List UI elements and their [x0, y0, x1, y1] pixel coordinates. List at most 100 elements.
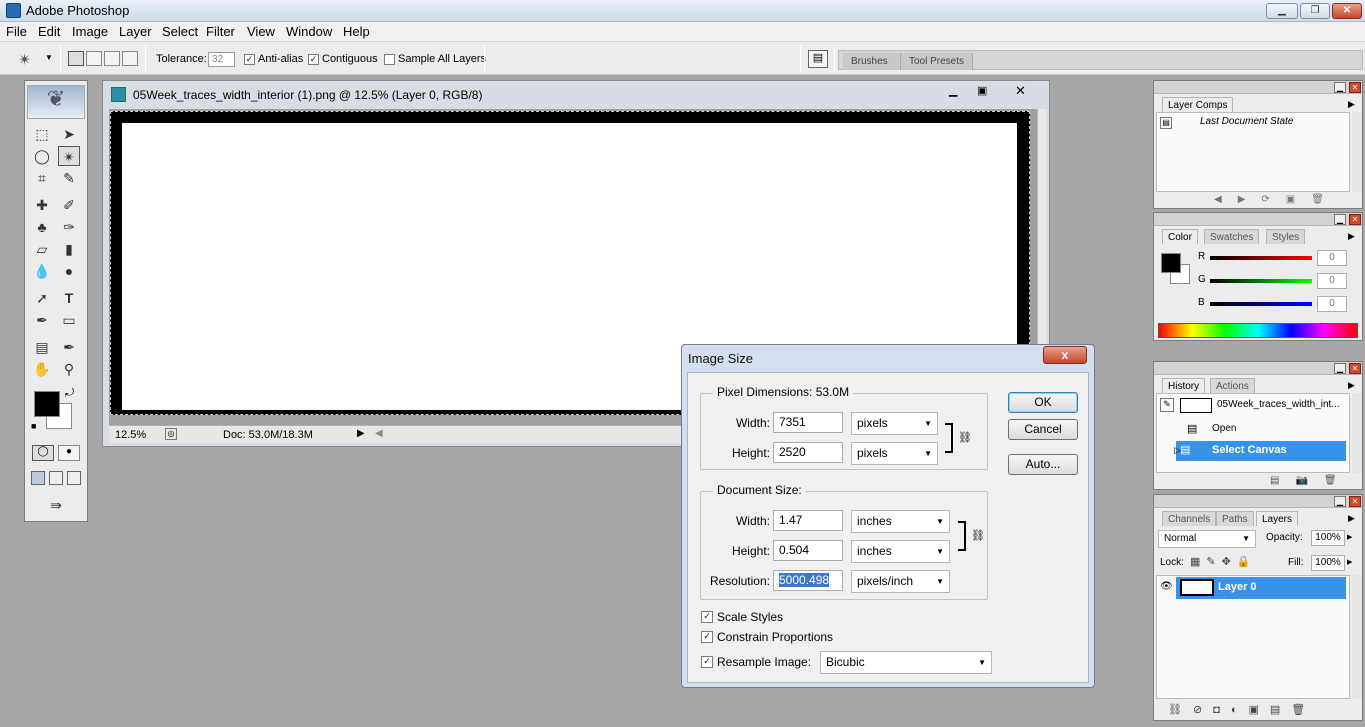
doc-minimize-button[interactable]: ▁ — [949, 84, 957, 97]
feather-logo-icon[interactable]: ❦ — [27, 85, 85, 119]
contiguous-checkbox[interactable]: ✓ — [308, 54, 319, 65]
jump-to-imageready-icon[interactable]: ⇛ — [39, 495, 73, 515]
restore-button[interactable]: ❐ — [1300, 3, 1330, 19]
opacity-arrow-icon[interactable]: ▶ — [1347, 533, 1352, 541]
history-item-selected[interactable]: ▤ Select Canvas — [1176, 441, 1346, 461]
scale-styles-checkbox[interactable]: ✓ — [701, 611, 713, 623]
history-brush-source-icon[interactable]: ✎ — [1160, 398, 1174, 412]
green-slider[interactable] — [1210, 279, 1312, 283]
panel-minimize-button[interactable]: ▁ — [1334, 214, 1346, 225]
screen-mode-full-menu-icon[interactable] — [49, 471, 63, 485]
constrain-proportions-checkbox[interactable]: ✓ — [701, 631, 713, 643]
hand-tool-icon[interactable]: ✋ — [31, 359, 53, 379]
standard-mode-icon[interactable]: ◯ — [32, 445, 54, 461]
sample-all-layers-checkbox[interactable] — [384, 54, 395, 65]
menu-window[interactable]: Window — [286, 24, 332, 39]
panel-minimize-button[interactable]: ▁ — [1334, 496, 1346, 507]
gradient-tool-icon[interactable]: ▮ — [58, 239, 80, 259]
doc-width-unit-select[interactable]: inches ▼ — [851, 510, 950, 533]
new-selection-icon[interactable] — [68, 51, 84, 66]
tab-styles[interactable]: Styles — [1266, 229, 1306, 244]
color-ramp[interactable] — [1158, 323, 1358, 338]
ok-button[interactable]: OK — [1008, 392, 1078, 413]
magic-wand-tool-icon[interactable]: ✴ — [58, 146, 80, 166]
history-snapshot[interactable]: 05Week_traces_width_int... — [1217, 399, 1340, 410]
layer-row-layer-0[interactable]: Layer 0 — [1176, 577, 1346, 599]
history-item-open[interactable]: Open — [1212, 423, 1236, 434]
healing-brush-icon[interactable]: ✚ — [31, 195, 53, 215]
resample-image-checkbox[interactable]: ✓ — [701, 656, 713, 668]
menu-file[interactable]: File — [6, 24, 27, 39]
zoom-level[interactable]: 12.5% — [115, 429, 146, 441]
panel-menu-icon[interactable]: ▶ — [1348, 99, 1355, 110]
menu-view[interactable]: View — [247, 24, 275, 39]
scroll-left-icon[interactable]: ◀ — [375, 428, 383, 439]
magic-wand-icon[interactable]: ✴ — [18, 50, 31, 70]
resample-method-select[interactable]: Bicubic ▼ — [820, 651, 992, 674]
menu-help[interactable]: Help — [343, 24, 370, 39]
notes-tool-icon[interactable]: ▤ — [31, 337, 53, 357]
resolution-unit-select[interactable]: pixels/inch ▼ — [851, 570, 950, 593]
minimize-button[interactable]: ▁ — [1266, 3, 1298, 19]
type-tool-icon[interactable]: T — [58, 288, 80, 308]
tab-actions[interactable]: Actions — [1210, 378, 1255, 393]
green-value[interactable]: 0 — [1317, 273, 1347, 289]
panel-menu-icon[interactable]: ▶ — [1348, 380, 1355, 391]
pixel-height-unit-select[interactable]: pixels ▼ — [851, 442, 938, 465]
crop-tool-icon[interactable]: ⌗ — [31, 168, 53, 188]
menu-filter[interactable]: Filter — [206, 24, 235, 39]
screen-mode-full-icon[interactable] — [67, 471, 81, 485]
move-tool-icon[interactable]: ➤ — [58, 124, 80, 144]
blend-mode-select[interactable]: Normal ▼ — [1158, 530, 1256, 548]
foreground-color-swatch[interactable] — [34, 391, 60, 417]
snapshot-thumbnail[interactable] — [1180, 398, 1212, 413]
default-colors-icon[interactable]: ■ — [31, 421, 36, 431]
pixel-width-input[interactable]: 7351 — [773, 412, 843, 433]
quick-mask-icon[interactable]: ● — [58, 445, 80, 461]
tab-history[interactable]: History — [1162, 378, 1206, 393]
resolution-input[interactable]: 5000.498 — [773, 570, 843, 591]
red-slider[interactable] — [1210, 256, 1312, 260]
history-scrollbar[interactable] — [1352, 393, 1362, 473]
panel-close-button[interactable]: ✕ — [1349, 214, 1361, 225]
panel-close-button[interactable]: ✕ — [1349, 363, 1361, 374]
panel-menu-icon[interactable]: ▶ — [1348, 513, 1355, 524]
blue-value[interactable]: 0 — [1317, 296, 1347, 312]
color-fg-swatch[interactable] — [1161, 253, 1181, 273]
shape-tool-icon[interactable]: ▭ — [58, 310, 80, 330]
panel-close-button[interactable]: ✕ — [1349, 496, 1361, 507]
tab-color[interactable]: Color — [1162, 229, 1198, 244]
tab-paths[interactable]: Paths — [1216, 511, 1254, 526]
doc-height-unit-select[interactable]: inches ▼ — [851, 540, 950, 563]
panel-minimize-button[interactable]: ▁ — [1334, 363, 1346, 374]
cancel-button[interactable]: Cancel — [1008, 419, 1078, 440]
dodge-tool-icon[interactable]: ● — [58, 261, 80, 281]
panel-close-button[interactable]: ✕ — [1349, 82, 1361, 93]
marquee-tool-icon[interactable]: ⬚ — [31, 124, 53, 144]
red-value[interactable]: 0 — [1317, 250, 1347, 266]
history-footer-icons[interactable]: ▤📷🗑 — [1270, 475, 1353, 486]
menu-layer[interactable]: Layer — [119, 24, 152, 39]
pen-tool-icon[interactable]: ✒ — [31, 310, 53, 330]
doc-maximize-button[interactable]: ▣ — [977, 84, 987, 97]
subtract-selection-icon[interactable] — [104, 51, 120, 66]
menu-image[interactable]: Image — [72, 24, 108, 39]
eyedropper-icon[interactable]: ✒ — [58, 337, 80, 357]
doc-width-input[interactable]: 1.47 — [773, 510, 843, 531]
menu-select[interactable]: Select — [162, 24, 198, 39]
tolerance-input[interactable]: 32 — [208, 52, 235, 67]
zoom-tool-icon[interactable]: ⚲ — [58, 359, 80, 379]
layer-comps-footer-icons[interactable]: ◀▶⟳▣🗑 — [1214, 194, 1340, 205]
pixel-width-unit-select[interactable]: pixels ▼ — [851, 412, 938, 435]
fill-input[interactable]: 100% — [1311, 555, 1345, 571]
status-info-icon[interactable]: ◎ — [165, 428, 177, 440]
doc-height-input[interactable]: 0.504 — [773, 540, 843, 561]
panel-minimize-button[interactable]: ▁ — [1334, 82, 1346, 93]
layers-scrollbar[interactable] — [1352, 575, 1362, 699]
path-selection-icon[interactable]: ➚ — [31, 288, 53, 308]
lasso-tool-icon[interactable]: ◯ — [31, 146, 53, 166]
doc-close-button[interactable]: ✕ — [1015, 83, 1026, 99]
eraser-tool-icon[interactable]: ▱ — [31, 239, 53, 259]
add-to-selection-icon[interactable] — [86, 51, 102, 66]
layer-comps-scrollbar[interactable] — [1352, 112, 1362, 192]
